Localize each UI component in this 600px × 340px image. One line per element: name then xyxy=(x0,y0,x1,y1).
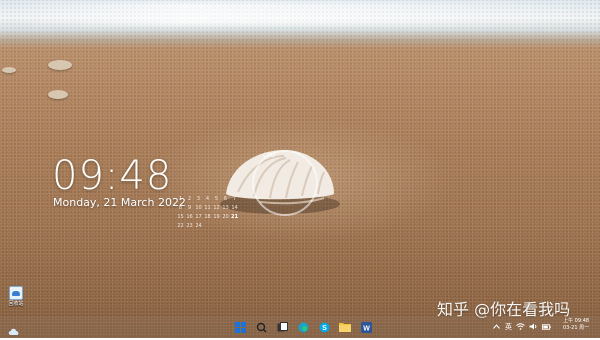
cpu-gauge xyxy=(252,150,318,216)
word-icon[interactable]: W xyxy=(358,319,374,335)
chevron-up-icon[interactable] xyxy=(492,322,501,331)
wave-foam xyxy=(0,2,600,26)
recycle-bin-shortcut[interactable]: 回收站 xyxy=(6,286,26,308)
calendar-day: 21 xyxy=(231,214,238,220)
calendar-day: 13 xyxy=(222,205,229,211)
mini-calendar: 1 2 3 4 5 6 7 8 9 10 11 12 13 14 15 16 17 18 19 20 21 22 23 24 xyxy=(176,195,239,231)
calendar-day: 23 xyxy=(186,223,193,229)
recycle-bin-label: 回收站 xyxy=(8,301,24,307)
calendar-day: 2 xyxy=(187,196,192,202)
calendar-day: 9 xyxy=(187,205,192,211)
desktop-date: Monday, 21 March 2022 xyxy=(53,196,186,209)
system-tray: 英 xyxy=(492,322,551,331)
taskbar-apps: S W xyxy=(232,319,374,335)
skype-icon[interactable]: S xyxy=(316,319,332,335)
taskbar-clock[interactable]: 上午 09:48 03-21 周一 xyxy=(563,318,589,332)
calendar-day: 22 xyxy=(177,223,184,229)
calendar-day: 19 xyxy=(213,214,220,220)
desktop-clock: 09:48 xyxy=(52,153,173,199)
calendar-day: 17 xyxy=(195,214,202,220)
cloud-icon[interactable] xyxy=(8,321,20,340)
calendar-day: 12 xyxy=(213,205,220,211)
calendar-day: 16 xyxy=(186,214,193,220)
calendar-day: 10 xyxy=(195,205,202,211)
calendar-day: 5 xyxy=(214,196,219,202)
windows-start-icon[interactable] xyxy=(232,319,248,335)
calendar-day: 4 xyxy=(205,196,210,202)
calendar-day: 18 xyxy=(204,214,211,220)
recycle-bin-icon xyxy=(9,286,23,300)
calendar-day: 20 xyxy=(222,214,229,220)
taskbar-time: 上午 09:48 xyxy=(563,318,590,324)
calendar-day: 24 xyxy=(195,223,202,229)
calendar-day: 1 xyxy=(178,196,183,202)
calendar-day: 14 xyxy=(231,205,238,211)
calendar-day: 15 xyxy=(177,214,184,220)
svg-text:W: W xyxy=(363,325,370,332)
taskbar-left xyxy=(8,321,20,340)
svg-text:S: S xyxy=(322,325,327,332)
calendar-day: 7 xyxy=(232,196,237,202)
pebble xyxy=(48,60,72,70)
battery-icon[interactable] xyxy=(542,322,551,331)
language-indicator[interactable]: 英 xyxy=(505,323,512,331)
edge-icon[interactable] xyxy=(295,319,311,335)
file-explorer-icon[interactable] xyxy=(337,319,353,335)
volume-icon[interactable] xyxy=(529,322,538,331)
calendar-day: 6 xyxy=(223,196,228,202)
calendar-day: 3 xyxy=(196,196,201,202)
cpu-label: CPU xyxy=(263,152,276,159)
task-view-icon[interactable] xyxy=(274,319,290,335)
calendar-day: 11 xyxy=(204,205,211,211)
wifi-icon[interactable] xyxy=(516,322,525,331)
search-icon[interactable] xyxy=(253,319,269,335)
taskbar-date: 03-21 周一 xyxy=(563,325,590,331)
calendar-day: 8 xyxy=(178,205,183,211)
pebble xyxy=(48,90,68,99)
pebble xyxy=(2,67,16,73)
